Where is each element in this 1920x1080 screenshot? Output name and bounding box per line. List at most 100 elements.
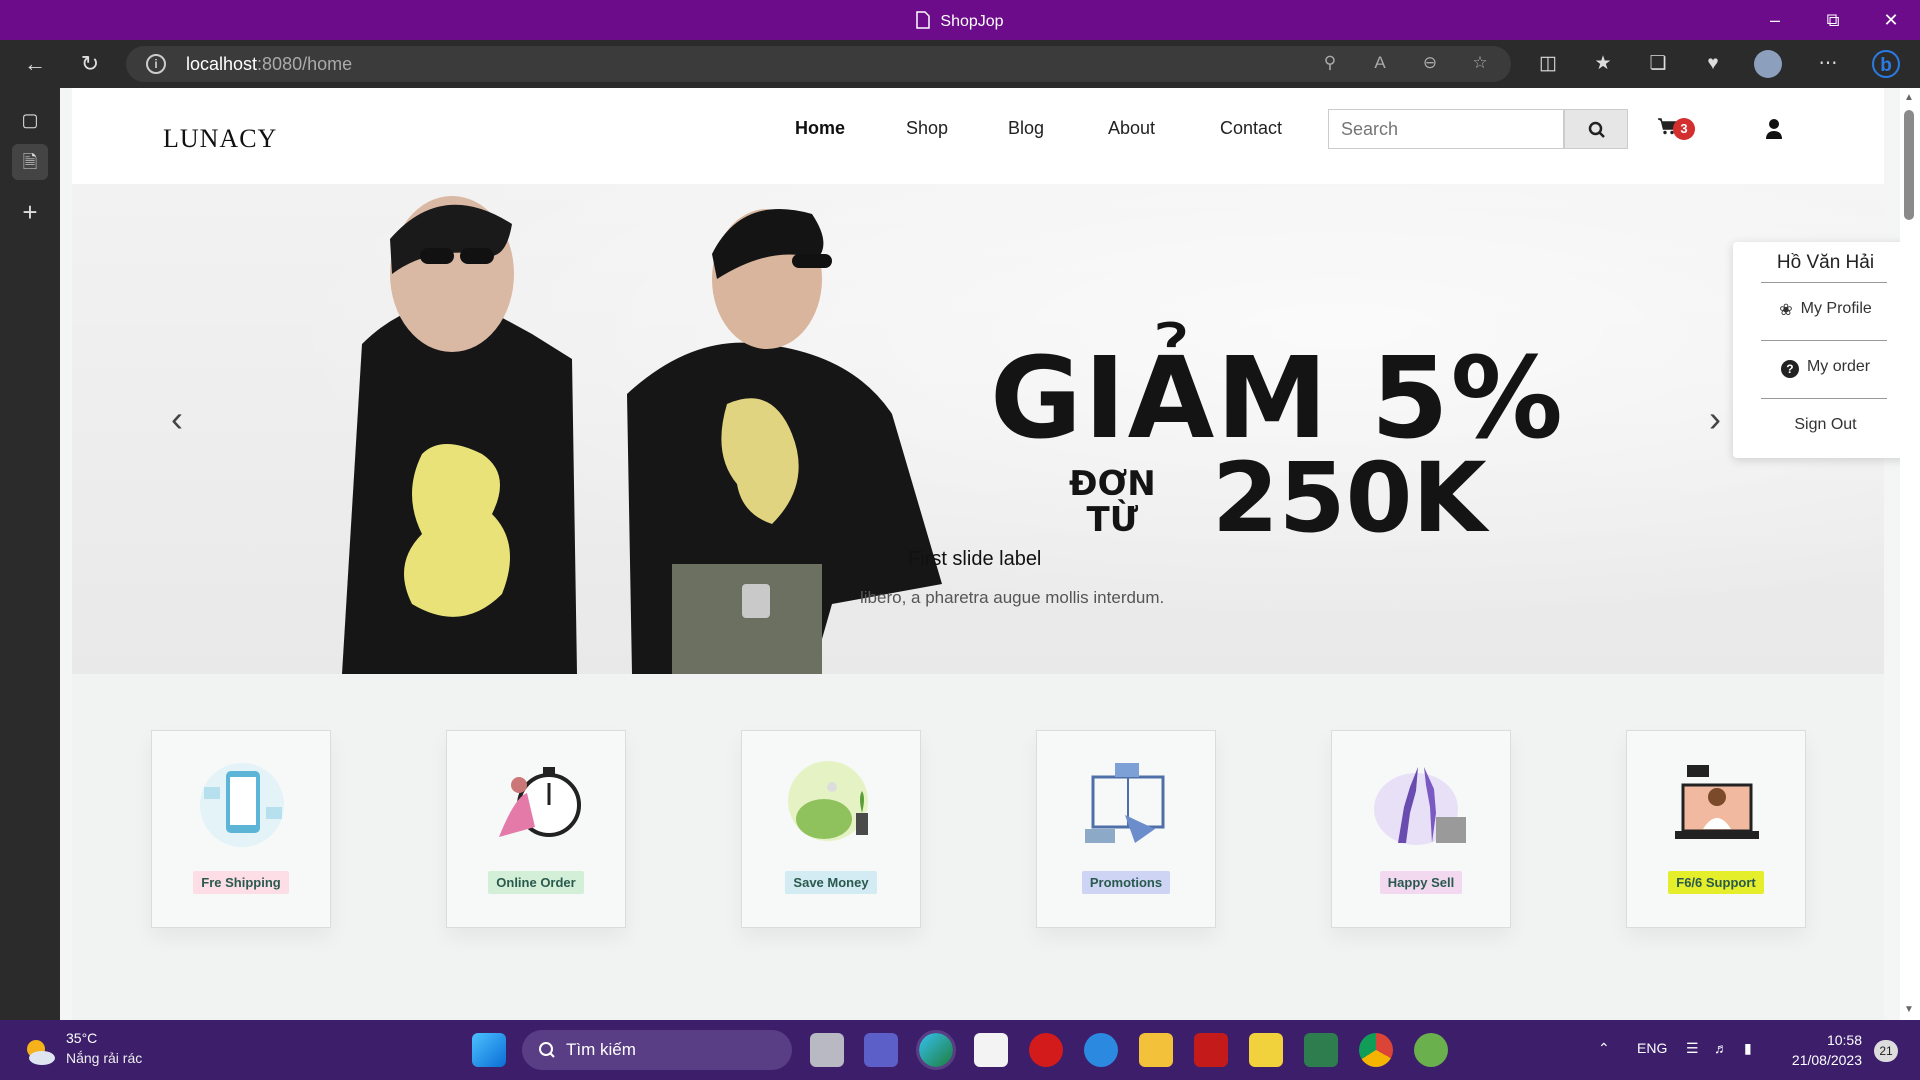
key-icon[interactable]: ⚲ xyxy=(1318,53,1342,75)
search-icon xyxy=(539,1042,555,1058)
stopwatch-illustration-icon xyxy=(499,767,581,837)
edge-browser-icon[interactable] xyxy=(916,1030,956,1070)
feature-card-promotions[interactable]: Promotions xyxy=(1036,730,1216,928)
piggy-bank-icon xyxy=(788,761,868,841)
chrome-icon[interactable] xyxy=(1359,1033,1393,1067)
support-laptop-icon xyxy=(1675,765,1759,839)
shipping-illustration-icon xyxy=(200,763,284,847)
battery-icon[interactable]: ▮ xyxy=(1744,1040,1752,1057)
bing-copilot-icon[interactable]: b xyxy=(1872,50,1900,78)
profile-avatar[interactable] xyxy=(1754,50,1782,78)
search-button[interactable] xyxy=(1564,109,1628,149)
sign-out-label: Sign Out xyxy=(1794,416,1857,433)
promo-amount: 250K xyxy=(1212,442,1487,554)
microsoft-store-icon[interactable] xyxy=(974,1033,1008,1067)
split-screen-icon[interactable]: ◫ xyxy=(1534,50,1562,78)
promo-subhead-top: ĐƠN xyxy=(1069,464,1156,504)
opera-icon[interactable] xyxy=(1029,1033,1063,1067)
show-hidden-icons-chevron-icon[interactable]: ⌃ xyxy=(1598,1040,1610,1057)
volume-icon[interactable]: ♬ xyxy=(1714,1040,1728,1056)
file-explorer-icon[interactable] xyxy=(1139,1033,1173,1067)
divider xyxy=(1761,340,1887,341)
site-header: LUNACY Home Shop Blog About Contact 3 xyxy=(72,88,1884,184)
sun-cloud-icon xyxy=(27,1040,55,1065)
question-circle-icon: ? xyxy=(1780,360,1799,378)
spring-tool-icon[interactable] xyxy=(1414,1033,1448,1067)
minimize-button[interactable]: – xyxy=(1762,8,1788,32)
current-tab-icon[interactable]: 🗎 xyxy=(12,144,48,180)
info-icon[interactable]: i xyxy=(146,54,166,74)
scroll-down-arrow-icon[interactable]: ▼ xyxy=(1904,1004,1914,1015)
more-options-icon[interactable]: ⋯ xyxy=(1814,50,1842,78)
collections-icon[interactable]: ❏ xyxy=(1644,50,1672,78)
app-icon[interactable] xyxy=(1304,1033,1338,1067)
scroll-up-arrow-icon[interactable]: ▲ xyxy=(1904,92,1914,103)
new-tab-plus-icon[interactable]: + xyxy=(12,194,48,230)
restore-button[interactable]: ⧉ xyxy=(1820,8,1846,32)
carousel-next-arrow-icon[interactable]: › xyxy=(1700,399,1730,439)
task-view-icon[interactable] xyxy=(810,1033,844,1067)
read-aloud-icon[interactable]: A xyxy=(1368,53,1392,75)
browser-essentials-icon[interactable]: ♥ xyxy=(1699,50,1727,78)
person-icon: ❀ xyxy=(1779,302,1793,319)
clock-time: 10:58 xyxy=(1826,1032,1862,1048)
slide-caption-title: First slide label xyxy=(908,548,1042,570)
refresh-icon[interactable]: ↻ xyxy=(75,50,105,78)
app-icon[interactable] xyxy=(1249,1033,1283,1067)
feature-card-shipping[interactable]: Fre Shipping xyxy=(151,730,331,928)
wifi-icon[interactable]: ☰ xyxy=(1686,1040,1699,1057)
notification-count-badge[interactable]: 21 xyxy=(1874,1040,1898,1062)
cart-button[interactable]: 3 xyxy=(1657,117,1703,143)
taskbar-search[interactable]: Tìm kiếm xyxy=(522,1030,792,1070)
divider xyxy=(1761,282,1887,283)
language-indicator[interactable]: ENG xyxy=(1637,1040,1667,1056)
menu-item-my-profile[interactable]: ❀ My Profile xyxy=(1733,300,1900,320)
feature-label-support: F6/6 Support xyxy=(1668,871,1764,894)
page-scrollbar[interactable]: ▲ ▼ xyxy=(1900,88,1920,1020)
feature-card-happy-sell[interactable]: Happy Sell xyxy=(1331,730,1511,928)
feature-card-money[interactable]: Save Money xyxy=(741,730,921,928)
user-name: Hồ Văn Hải xyxy=(1776,252,1875,273)
scrollbar-thumb[interactable] xyxy=(1904,110,1914,220)
weather-temperature: 35°C xyxy=(66,1030,98,1046)
weather-widget[interactable]: 35°C Nắng rải rác xyxy=(18,1030,238,1072)
menu-item-sign-out[interactable]: Sign Out xyxy=(1733,416,1900,434)
clock-date: 21/08/2023 xyxy=(1791,1052,1862,1068)
nav-blog[interactable]: Blog xyxy=(1008,118,1044,139)
divider xyxy=(1761,398,1887,399)
nav-shop[interactable]: Shop xyxy=(906,118,948,139)
teams-meet-icon[interactable] xyxy=(864,1033,898,1067)
nav-about[interactable]: About xyxy=(1108,118,1155,139)
zoom-out-icon[interactable]: ⊖ xyxy=(1418,53,1442,75)
cart-count-badge: 3 xyxy=(1673,118,1695,140)
taskbar-clock[interactable]: 10:58 21/08/2023 xyxy=(1782,1030,1862,1070)
back-arrow-icon[interactable]: ← xyxy=(20,50,50,78)
page-viewport: LUNACY Home Shop Blog About Contact 3 xyxy=(60,88,1900,1020)
hero-carousel: GIẢM 5% ĐƠN TỪ 250K First slide label lib… xyxy=(72,184,1884,674)
browser-sidebar: ▢ 🗎 + xyxy=(0,88,60,1020)
page-icon xyxy=(916,11,931,29)
window-titlebar: ShopJop – ⧉ ✕ xyxy=(0,0,1920,40)
url-path: :8080/home xyxy=(257,54,353,74)
feature-card-order[interactable]: Online Order xyxy=(446,730,626,928)
tab-actions-icon[interactable]: ▢ xyxy=(12,102,48,138)
features-section: Fre Shipping Online Order Save Money Pro… xyxy=(72,674,1884,1020)
url-text[interactable]: localhost:8080/home xyxy=(186,54,352,75)
user-icon[interactable] xyxy=(1764,118,1784,140)
site-logo[interactable]: LUNACY xyxy=(163,124,277,154)
mcafee-icon[interactable] xyxy=(1194,1033,1228,1067)
favorites-icon[interactable]: ★ xyxy=(1589,50,1617,78)
favorite-star-icon[interactable]: ☆ xyxy=(1468,53,1492,75)
feature-card-support[interactable]: F6/6 Support xyxy=(1626,730,1806,928)
menu-item-my-order[interactable]: ? My order xyxy=(1733,358,1900,378)
feature-label-promotions: Promotions xyxy=(1081,871,1171,894)
browser-app-icon[interactable] xyxy=(1084,1033,1118,1067)
close-window-button[interactable]: ✕ xyxy=(1878,8,1904,32)
search-icon xyxy=(1588,121,1605,138)
start-windows-icon[interactable] xyxy=(472,1033,506,1067)
nav-home[interactable]: Home xyxy=(795,118,845,139)
carousel-prev-arrow-icon[interactable]: ‹ xyxy=(162,399,192,439)
search-input[interactable] xyxy=(1328,109,1564,149)
address-bar[interactable]: i localhost:8080/home ⚲ A ⊖ ☆ xyxy=(126,46,1511,82)
nav-contact[interactable]: Contact xyxy=(1220,118,1282,139)
